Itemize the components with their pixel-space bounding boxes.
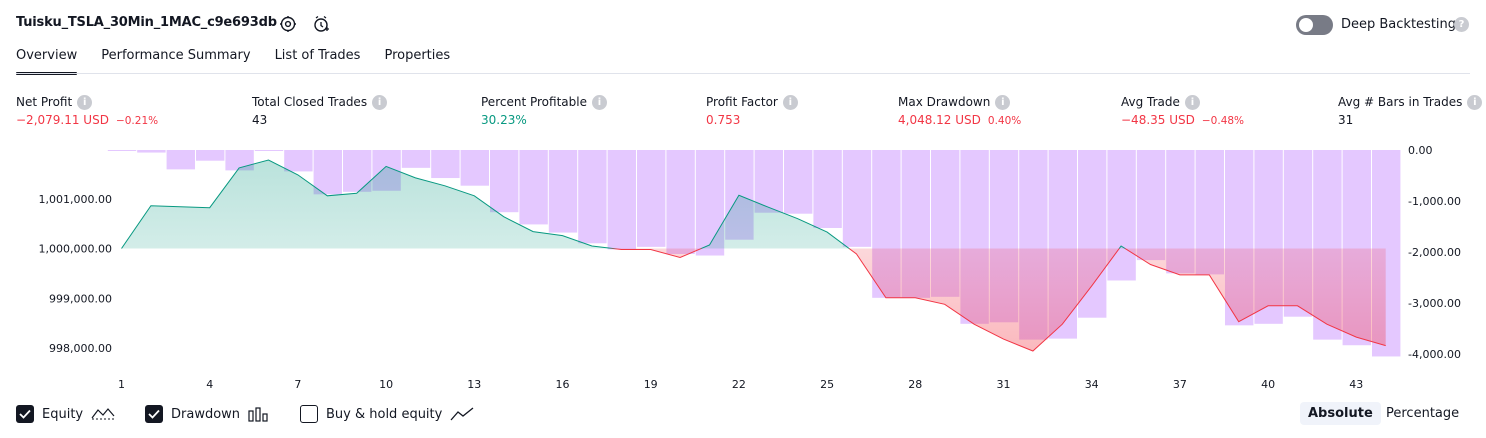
drawdown-bar: [107, 150, 137, 151]
drawdown-bars-icon: [248, 407, 268, 422]
x-axis: 1 4 7 10 13 16 19 22 25 28 31 34 37 40 43: [118, 378, 1363, 391]
x-tick: 16: [556, 378, 570, 391]
drawdown-bar: [637, 150, 666, 247]
drawdown-bar: [607, 150, 636, 250]
x-tick: 10: [379, 378, 393, 391]
y-left-tick: 1,000,000.00: [39, 243, 112, 256]
x-tick: 31: [997, 378, 1011, 391]
drawdown-label: Drawdown: [171, 406, 241, 422]
x-tick: 22: [732, 378, 746, 391]
drawdown-bar: [137, 150, 166, 153]
drawdown-bar: [666, 150, 695, 254]
drawdown-bar: [284, 150, 313, 172]
drawdown-bar: [166, 150, 195, 170]
percentage-button[interactable]: Percentage: [1378, 402, 1467, 425]
legend-equity[interactable]: Equity: [16, 405, 115, 423]
left-axis: 1,001,000.00 1,000,000.00 999,000.00 998,00…: [39, 193, 112, 355]
buy-hold-label: Buy & hold equity: [326, 406, 443, 422]
drawdown-bar: [1107, 150, 1136, 281]
drawdown-bar: [1136, 150, 1166, 261]
absolute-button[interactable]: Absolute: [1300, 402, 1381, 425]
equity-checkbox[interactable]: [16, 405, 34, 423]
x-tick: 34: [1085, 378, 1099, 391]
x-tick: 43: [1349, 378, 1363, 391]
y-left-tick: 998,000.00: [49, 342, 112, 355]
y-right-tick: -2,000.00: [1408, 246, 1461, 259]
x-tick: 13: [467, 378, 481, 391]
drawdown-bar: [431, 150, 460, 179]
drawdown-bar: [842, 150, 872, 247]
drawdown-checkbox[interactable]: [145, 405, 163, 423]
y-right-tick: 0.00: [1408, 144, 1433, 157]
equity-drawdown-chart: 1,001,000.00 1,000,000.00 999,000.00 998,00…: [39, 144, 1461, 391]
drawdown-bar: [578, 150, 607, 244]
y-left-tick: 999,000.00: [49, 292, 112, 305]
drawdown-bar: [401, 150, 431, 168]
drawdown-bar: [548, 150, 578, 233]
buy-hold-checkbox[interactable]: [300, 405, 318, 423]
equity-line-icon: [91, 408, 115, 420]
legend-buy-hold[interactable]: Buy & hold equity: [300, 405, 474, 423]
y-right-tick: -1,000.00: [1408, 195, 1461, 208]
drawdown-bar: [196, 150, 225, 161]
drawdown-bar: [519, 150, 548, 225]
drawdown-bar: [813, 150, 842, 228]
y-left-tick: 1,001,000.00: [39, 193, 112, 206]
drawdown-bar: [313, 150, 342, 195]
x-tick: 19: [644, 378, 658, 391]
x-tick: 28: [908, 378, 922, 391]
y-right-tick: -3,000.00: [1408, 297, 1461, 310]
x-tick: 25: [820, 378, 834, 391]
x-tick: 37: [1173, 378, 1187, 391]
drawdown-bar: [460, 150, 489, 186]
drawdown-bar: [254, 150, 284, 151]
drawdown-bar: [490, 150, 519, 213]
y-right-tick: -4,000.00: [1408, 348, 1461, 361]
equity-label: Equity: [42, 406, 84, 422]
x-tick: 40: [1261, 378, 1275, 391]
x-tick: 4: [206, 378, 213, 391]
legend-drawdown[interactable]: Drawdown: [145, 405, 270, 423]
x-tick: 7: [294, 378, 301, 391]
buy-hold-line-icon: [450, 407, 474, 421]
x-tick: 1: [118, 378, 125, 391]
drawdown-bar: [784, 150, 813, 214]
right-axis: 0.00 -1,000.00 -2,000.00 -3,000.00 -4,000.00: [1408, 144, 1461, 361]
